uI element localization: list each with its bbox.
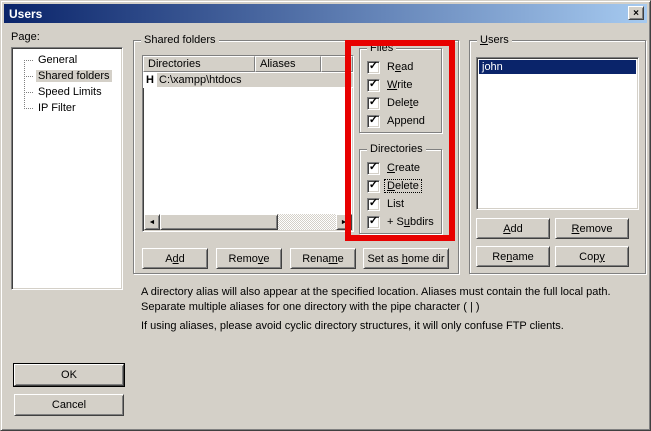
check-mark-icon: ✓ [369,216,378,227]
title-bar: Users × [4,4,647,23]
page-item-ip-filter[interactable]: IP Filter [16,100,122,116]
user-remove-button[interactable]: Remove [555,218,629,239]
help-text: A directory alias will also appear at th… [141,285,643,334]
folder-rename-button[interactable]: Rename [290,248,356,269]
folder-add-button[interactable]: Add [142,248,208,269]
list-item-user-john[interactable]: john [479,60,636,74]
page-tree: General Shared folders Speed Limits IP F… [16,52,122,116]
directories-group-label: Directories [367,143,426,156]
checkbox-label: Delete [385,180,421,192]
page-item-label: General [36,54,79,66]
ok-button[interactable]: OK [14,364,124,386]
page-list: General Shared folders Speed Limits IP F… [11,47,123,290]
directories-group: Directories ✓ Create ✓ Delete ✓ List ✓ +… [359,149,442,234]
help-paragraph-cyclic: If using aliases, please avoid cyclic di… [141,319,643,334]
scroll-right-icon: ► [341,219,348,226]
list-header: Directories Aliases [143,56,353,72]
checkbox-create[interactable]: ✓ Create [367,161,422,175]
scrollbar-thumb[interactable] [160,214,278,230]
user-add-button[interactable]: Add [476,218,550,239]
window-title: Users [9,7,42,21]
checkbox-icon: ✓ [367,162,380,175]
column-header-stub [321,56,353,72]
check-mark-icon: ✓ [369,97,378,108]
page-label: Page: [11,31,40,43]
files-group-label: Files [367,42,396,55]
users-list: john [476,57,639,210]
checkbox-icon: ✓ [367,198,380,211]
help-paragraph-aliases: A directory alias will also appear at th… [141,285,643,315]
page-item-label: Speed Limits [36,86,104,98]
checkbox-subdirs[interactable]: ✓ + Subdirs [367,215,436,229]
column-header-directories[interactable]: Directories [143,56,255,72]
page-item-shared-folders[interactable]: Shared folders [16,68,122,84]
cancel-button[interactable]: Cancel [14,394,124,416]
users-dialog: Users × Page: General Shared folders Spe… [0,0,651,431]
checkbox-list[interactable]: ✓ List [367,197,406,211]
column-header-aliases[interactable]: Aliases [255,56,321,72]
folder-remove-button[interactable]: Remove [216,248,282,269]
checkbox-file-delete[interactable]: ✓ Delete [367,96,421,110]
checkbox-label: + Subdirs [385,216,436,228]
scroll-right-button[interactable]: ► [336,214,352,230]
check-mark-icon: ✓ [369,79,378,90]
checkbox-dir-delete[interactable]: ✓ Delete [367,179,421,193]
set-as-home-dir-button[interactable]: Set as home dir [363,248,449,269]
table-row[interactable]: H C:\xampp\htdocs [143,72,353,88]
files-group: Files ✓ Read ✓ Write ✓ Delete ✓ Append [359,48,442,133]
close-icon: × [633,8,639,19]
checkbox-label: Read [385,61,415,73]
page-item-label: IP Filter [36,102,78,114]
checkbox-label: Delete [385,97,421,109]
user-copy-button[interactable]: Copy [555,246,629,267]
check-mark-icon: ✓ [369,180,378,191]
check-mark-icon: ✓ [369,198,378,209]
page-item-label: Shared folders [36,70,112,82]
checkbox-write[interactable]: ✓ Write [367,78,414,92]
close-button[interactable]: × [628,6,644,20]
checkbox-icon: ✓ [367,97,380,110]
checkbox-read[interactable]: ✓ Read [367,60,415,74]
horizontal-scrollbar[interactable]: ◄ ► [144,214,352,230]
page-item-general[interactable]: General [16,52,122,68]
scrollbar-track[interactable] [160,214,336,230]
checkbox-icon: ✓ [367,61,380,74]
checkbox-label: List [385,198,406,210]
check-mark-icon: ✓ [369,162,378,173]
check-mark-icon: ✓ [369,115,378,126]
shared-folders-group-label: Shared folders [141,34,219,47]
checkbox-label: Create [385,162,422,174]
users-group: Users john Add Remove Rename Copy [469,40,646,274]
user-rename-button[interactable]: Rename [476,246,550,267]
checkbox-icon: ✓ [367,79,380,92]
checkbox-append[interactable]: ✓ Append [367,114,427,128]
users-group-label: Users [477,34,512,47]
checkbox-label: Write [385,79,414,91]
checkbox-label: Append [385,115,427,127]
checkbox-icon: ✓ [367,115,380,128]
checkbox-icon: ✓ [367,180,380,193]
checkbox-icon: ✓ [367,216,380,229]
home-flag: H [143,74,157,86]
page-item-speed-limits[interactable]: Speed Limits [16,84,122,100]
check-mark-icon: ✓ [369,61,378,72]
shared-folders-list: Directories Aliases H C:\xampp\htdocs ◄ … [142,55,354,232]
scroll-left-button[interactable]: ◄ [144,214,160,230]
scroll-left-icon: ◄ [149,219,156,226]
directory-cell: C:\xampp\htdocs [157,73,353,87]
